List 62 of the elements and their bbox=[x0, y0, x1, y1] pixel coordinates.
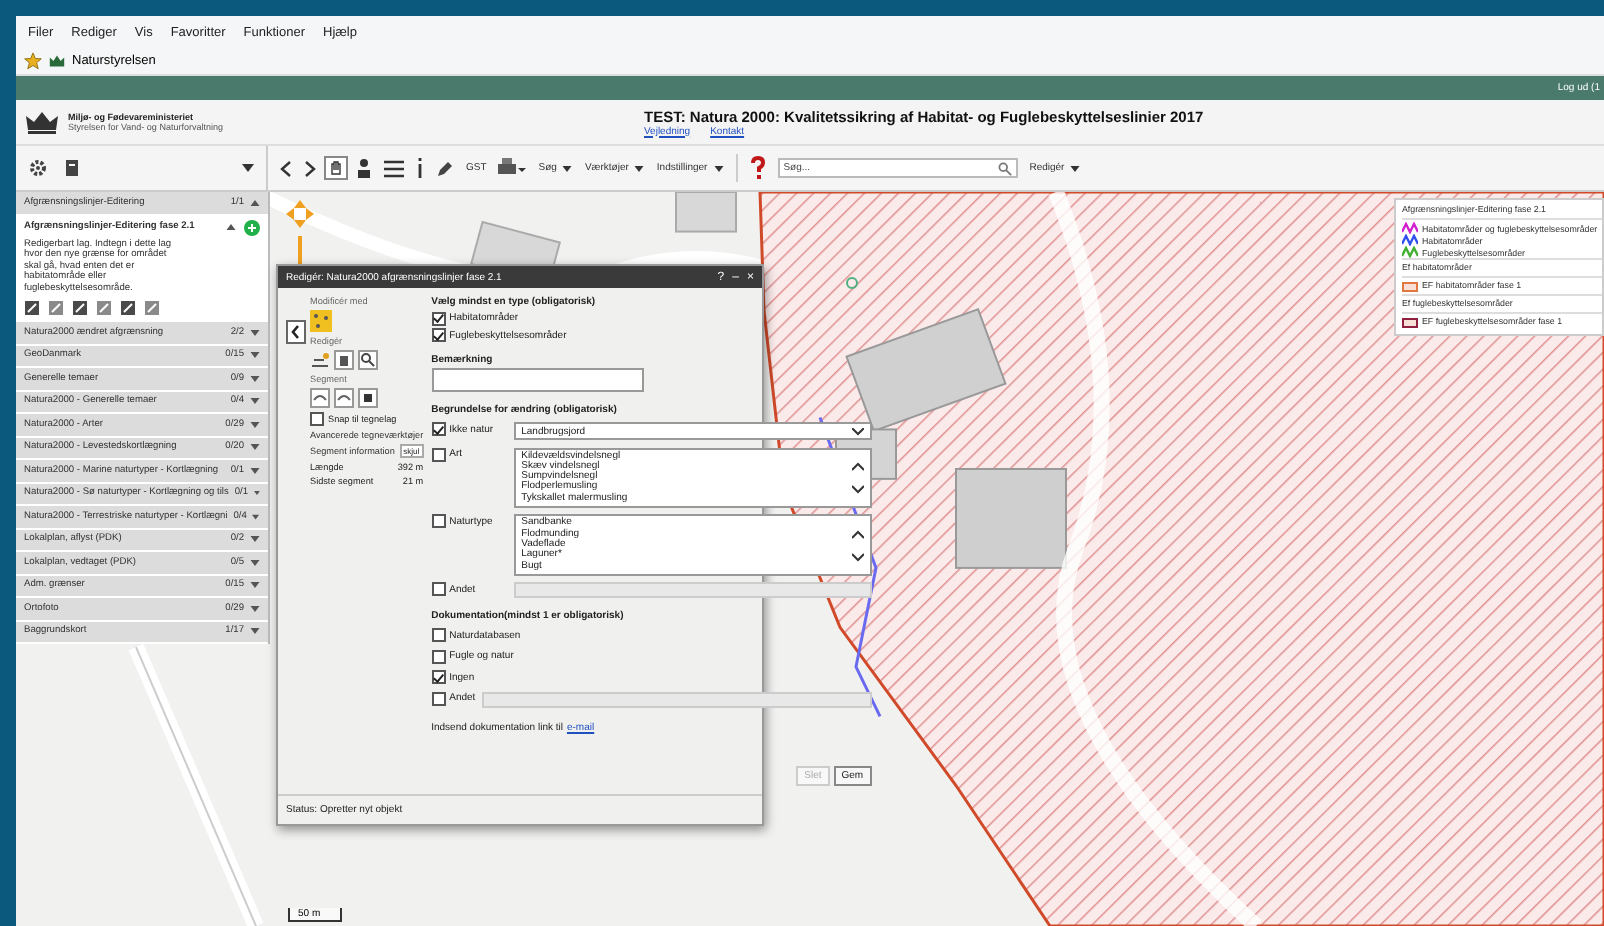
caret-icon[interactable] bbox=[1070, 165, 1081, 171]
caret-icon[interactable] bbox=[226, 224, 236, 230]
trash-icon[interactable] bbox=[334, 350, 354, 370]
caret-icon[interactable] bbox=[250, 536, 260, 543]
scroll-arrows-icon[interactable] bbox=[851, 529, 864, 562]
caret-icon[interactable] bbox=[250, 605, 260, 612]
checkbox[interactable] bbox=[431, 514, 446, 529]
caret-icon[interactable] bbox=[254, 490, 260, 497]
checkbox[interactable] bbox=[431, 422, 446, 436]
checkbox[interactable] bbox=[431, 311, 446, 325]
caret-icon[interactable] bbox=[250, 398, 260, 405]
star-icon[interactable] bbox=[24, 52, 42, 70]
checkbox[interactable] bbox=[431, 691, 446, 706]
caret-icon[interactable] bbox=[713, 165, 724, 171]
caret-icon[interactable] bbox=[250, 199, 260, 206]
caret-icon[interactable] bbox=[250, 582, 260, 589]
layer-tool-icon[interactable] bbox=[72, 300, 88, 316]
crown-icon bbox=[24, 110, 60, 134]
undo-icon[interactable] bbox=[310, 388, 330, 408]
pen-icon[interactable] bbox=[436, 159, 454, 177]
list-icon[interactable] bbox=[384, 159, 404, 177]
back-icon[interactable] bbox=[280, 159, 292, 177]
scroll-arrows-icon[interactable] bbox=[851, 461, 864, 494]
back-button[interactable] bbox=[286, 320, 306, 344]
caret-icon[interactable] bbox=[250, 559, 260, 566]
caret-icon[interactable] bbox=[250, 352, 260, 359]
caret-icon[interactable] bbox=[562, 165, 573, 171]
caret-icon[interactable] bbox=[250, 375, 260, 382]
person-icon[interactable] bbox=[356, 158, 372, 178]
caret-icon[interactable] bbox=[252, 513, 260, 520]
checkbox[interactable] bbox=[431, 649, 446, 664]
caret-icon[interactable] bbox=[851, 427, 864, 435]
draw-icon[interactable] bbox=[310, 350, 330, 370]
stop-icon[interactable] bbox=[358, 388, 378, 408]
forward-icon[interactable] bbox=[304, 159, 316, 177]
caret-icon[interactable] bbox=[250, 444, 260, 451]
layer-tool-icon[interactable] bbox=[120, 300, 136, 316]
caret-icon[interactable] bbox=[250, 329, 260, 336]
node-edit-icon[interactable] bbox=[310, 310, 332, 332]
snap-checkbox[interactable] bbox=[310, 412, 324, 426]
caret-icon[interactable] bbox=[250, 467, 260, 474]
checkbox[interactable] bbox=[431, 582, 446, 597]
checkbox[interactable] bbox=[431, 670, 446, 685]
printer-icon[interactable] bbox=[498, 158, 527, 178]
checkbox[interactable] bbox=[431, 628, 446, 643]
caret-icon[interactable] bbox=[242, 164, 254, 172]
caret-icon[interactable] bbox=[250, 628, 260, 635]
layer-tool-icon[interactable] bbox=[24, 300, 40, 316]
info-icon[interactable] bbox=[416, 158, 424, 178]
settings-icon[interactable] bbox=[28, 158, 48, 178]
caret-icon[interactable] bbox=[634, 165, 645, 171]
redo-icon[interactable] bbox=[334, 388, 354, 408]
caret-icon[interactable] bbox=[250, 421, 260, 428]
zoom-icon[interactable] bbox=[358, 350, 378, 370]
remark-field[interactable] bbox=[431, 368, 644, 392]
crown-icon bbox=[48, 52, 66, 70]
help-icon[interactable] bbox=[749, 156, 766, 180]
document-icon[interactable] bbox=[64, 158, 80, 178]
add-icon[interactable] bbox=[244, 219, 260, 235]
search-icon[interactable] bbox=[997, 161, 1012, 175]
checkbox[interactable] bbox=[431, 447, 446, 461]
checkbox[interactable] bbox=[431, 328, 446, 342]
